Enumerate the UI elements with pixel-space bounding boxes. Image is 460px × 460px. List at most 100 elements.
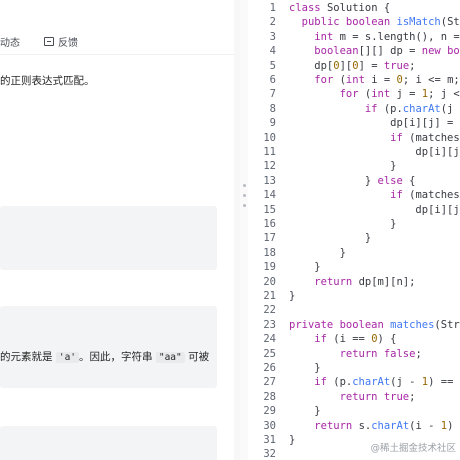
code-token: (matches(s, p, i, j - [409,131,460,144]
explanation-line: 的元素就是 'a' 。因此，字符串 "aa" 可被 [0,349,209,364]
grip-dot-icon [242,204,246,207]
code-line[interactable]: } [289,159,396,173]
code-token: } [289,261,321,274]
code-line[interactable]: } [289,246,346,260]
line-number: 6 [269,74,276,86]
code-token: charAt [352,376,391,389]
toolbar-divider [0,54,234,55]
inline-code-a: 'a' [55,352,80,363]
line-number: 16 [263,218,276,230]
code-line[interactable]: return dp[m][n]; [289,275,415,289]
code-line[interactable]: dp[i][j] = dp[i - 1][j - 1]; [289,203,460,217]
line-number: 3 [269,30,276,43]
feedback-icon [44,37,54,46]
code-token: true [383,390,410,403]
code-token: ; [409,390,416,403]
feedback-button[interactable]: 反馈 [44,34,78,49]
line-number: 14 [263,189,276,202]
code-token: ][ [339,59,353,72]
line-number: 23 [263,318,276,331]
code-line[interactable]: for (int i = 0; i <= m; i++) { [289,73,460,87]
line-number: 25 [263,347,276,360]
code-line[interactable]: if (p.charAt(j - 1) == '*') { [289,102,460,116]
line-number: 8 [269,102,276,115]
code-line[interactable]: } [289,231,371,245]
panel-resize-handle[interactable] [240,0,248,460]
code-token: private [289,318,340,331]
line-number: 17 [263,232,276,245]
line-number: 30 [263,419,276,432]
code-token: [][] dp = [358,45,422,58]
line-number: 28 [263,390,276,403]
code-token: (p. [383,102,403,115]
line-number: 11 [263,146,276,158]
code-token: ; i <= m; i++) { [402,74,460,86]
code-token: boolean [314,45,359,58]
code-line[interactable]: dp[0][0] = true; [289,59,416,73]
code-line[interactable]: } else { [289,174,416,188]
code-line[interactable]: if (i == 0) { [289,332,396,346]
code-line[interactable]: } [289,217,396,231]
code-line[interactable]: } [289,361,320,375]
code-line[interactable]: if (matches(s, p, i, j)) { [289,188,460,202]
line-number: 5 [269,59,276,72]
code-token: boolean [447,45,460,58]
line-number: 32 [263,448,276,460]
code-area[interactable]: class Solution { public boolean isMatch(… [289,0,460,460]
problem-description-line: 的正则表达式匹配。 [0,75,95,87]
code-token: (j - [390,376,422,389]
code-token: ; [409,59,416,72]
line-number: 21 [263,290,276,302]
line-number: 22 [263,304,276,317]
line-number: 20 [263,275,276,288]
code-token: dp[ [289,59,334,72]
code-token: ) == [428,376,460,389]
code-token: dp[i][j] = dp[i][j - [390,117,460,130]
code-line[interactable]: boolean[][] dp = new boolean[m + 1][n + … [289,44,460,58]
code-token: if [390,189,410,202]
code-line[interactable]: return true; [289,390,416,404]
code-line[interactable]: return false; [289,347,422,361]
explanation-text: 的元素就是 [0,351,56,363]
code-line[interactable]: } [289,289,295,303]
code-line[interactable]: class Solution { [289,1,390,15]
code-token: int [371,88,397,101]
grip-dot-icon [242,184,246,187]
code-editor[interactable]: 1 2 3 4 5 6 7 8 9 10 11 12 13 14 15 16 17 18 19 20 21 22 23 24 2… [248,0,460,460]
code-token: public [301,16,346,29]
code-token: } [289,174,378,187]
code-line[interactable]: int m = s.length(), n = p.length(); [289,30,460,44]
code-token: { [409,174,416,187]
code-line[interactable]: for (int j = 1; j <= n; j++) { [289,87,460,101]
code-token: } [289,218,397,230]
code-line[interactable]: public boolean isMatch(String s, String … [289,15,460,29]
line-number: 19 [263,261,276,274]
code-token: if [314,376,334,389]
code-line[interactable]: } [289,404,320,418]
code-line[interactable]: private boolean matches(String s, String… [289,318,460,332]
code-line[interactable]: } [289,433,295,447]
line-number: 18 [263,246,276,259]
code-token: true [383,59,410,72]
code-token: } [289,290,296,302]
code-line[interactable]: dp[i][j] = dp[i][j] || dp[i - 1][j]; [289,145,460,159]
code-line[interactable]: if (matches(s, p, i, j - 1)) { [289,131,460,145]
code-line[interactable]: return s.charAt(i - 1) == p.charAt(j - 1… [289,419,460,433]
code-line[interactable]: if (p.charAt(j - 1) == '.') { [289,375,460,389]
line-number: 13 [263,174,276,187]
problem-panel: 动态 反馈 的正则表达式匹配。 的元素就是 'a' 。因此，字符串 "aa" 可被 [0,0,234,460]
code-line[interactable]: dp[i][j] = dp[i][j - 2]; [289,116,460,130]
code-token: } [289,434,296,446]
code-token: Solution { [326,2,391,14]
dynamic-tab[interactable]: 动态 [0,34,20,49]
line-number: 1 [269,2,276,14]
code-token: return [339,390,384,403]
code-line[interactable]: } [289,260,321,274]
